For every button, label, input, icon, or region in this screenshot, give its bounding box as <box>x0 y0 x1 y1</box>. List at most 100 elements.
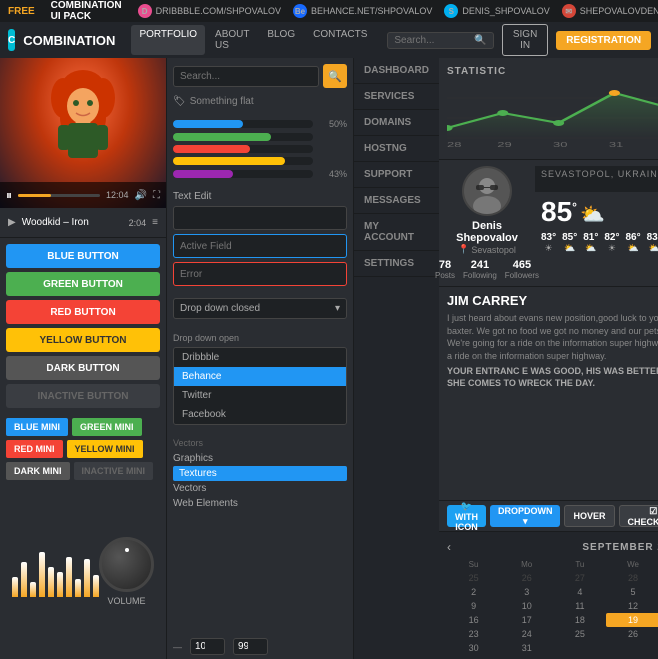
dark-mini-button[interactable]: DARK MINI <box>6 462 70 480</box>
music-menu-icon[interactable]: ≡ <box>152 217 158 228</box>
num-input-left[interactable] <box>190 638 225 655</box>
calendar-day[interactable]: 12 <box>606 599 658 613</box>
search-input[interactable] <box>173 66 319 87</box>
inactive-button: INACTIVE BUTTON <box>6 384 160 408</box>
calendar-day[interactable]: 5 <box>606 585 658 599</box>
sidebar-item-settings[interactable]: SETTINGS <box>354 251 439 277</box>
sidebar-item-hosting[interactable]: HOSTNG <box>354 136 439 162</box>
calendar-day[interactable]: 25 <box>553 627 606 641</box>
dd-item-twitter[interactable]: Twitter <box>174 386 346 405</box>
calendar-day[interactable]: 16 <box>447 613 500 627</box>
red-button[interactable]: RED BUTTON <box>6 300 160 324</box>
dribbble-link[interactable]: D DRIBBBLE.COM/SHPOVALOV <box>138 4 281 18</box>
volume-icon[interactable]: 🔊 <box>135 190 147 201</box>
dd-item-facebook[interactable]: Facebook <box>174 405 346 424</box>
nav-search-box[interactable]: 🔍 <box>387 32 493 49</box>
calendar-day[interactable]: 26 <box>500 571 553 585</box>
calendar-title: SEPTEMBER 2013 <box>582 542 658 553</box>
calendar-day[interactable]: 25 <box>447 571 500 585</box>
calendar-day[interactable]: 19 <box>606 613 658 627</box>
sidebar-item-messages[interactable]: MESSAGES <box>354 188 439 214</box>
list-item-graphics[interactable]: Graphics <box>173 451 347 466</box>
sidebar-item-dashboard[interactable]: DASHBOARD <box>354 58 439 84</box>
cal-day-label: Su <box>447 558 500 571</box>
tag-icon: 🏷 <box>173 96 186 107</box>
skype-text: DENIS_SHPOVALOV <box>462 6 549 16</box>
yellow-button[interactable]: YELLOW BUTTON <box>6 328 160 352</box>
checkbox-button[interactable]: ☑ CHECKBOX <box>619 505 658 527</box>
num-input-right[interactable] <box>233 638 268 655</box>
nav-contacts[interactable]: CONTACTS <box>305 25 375 55</box>
gmail-link[interactable]: ✉ SHEPOVALOVDENIS@GMAIL.COM <box>562 4 658 18</box>
active-field[interactable] <box>173 234 347 258</box>
calendar-day[interactable]: 11 <box>553 599 606 613</box>
pause-button[interactable]: ⏸ <box>6 188 12 203</box>
forecast-item: 83°⛅ <box>647 232 658 254</box>
calendar-day[interactable]: 28 <box>606 571 658 585</box>
skype-link[interactable]: S DENIS_SHPOVALOV <box>444 4 549 18</box>
red-mini-button[interactable]: RED MINI <box>6 440 63 458</box>
yellow-mini-button[interactable]: YELLOW MINI <box>67 440 143 458</box>
calendar-day[interactable]: 31 <box>500 641 553 655</box>
behance-link[interactable]: Be BEHANCE.NET/SHPOVALOV <box>293 4 432 18</box>
dribbble-text: DRIBBBLE.COM/SHPOVALOV <box>156 6 281 16</box>
hover-button[interactable]: HOVER <box>564 505 614 527</box>
calendar-day[interactable]: 2 <box>447 585 500 599</box>
weather-forecast: 83°☀85°⛅81°⛅82°☀86°⛅83°⛅ <box>535 232 658 258</box>
calendar-day[interactable]: 27 <box>553 571 606 585</box>
text-edit-field[interactable] <box>173 206 347 230</box>
list-item-textures[interactable]: Textures <box>173 466 347 481</box>
calendar-day[interactable]: 18 <box>553 613 606 627</box>
dd-item-dribbble[interactable]: Dribbble <box>174 348 346 367</box>
calendar-day[interactable]: 10 <box>500 599 553 613</box>
blue-button[interactable]: BLUE BUTTON <box>6 244 160 268</box>
nav-blog[interactable]: BLOG <box>259 25 303 55</box>
sidebar-item-services[interactable]: SERVICES <box>354 84 439 110</box>
cal-prev-button[interactable]: ‹ <box>447 540 451 554</box>
calendar-day[interactable]: 9 <box>447 599 500 613</box>
pbar-fill-2 <box>173 133 271 141</box>
calendar-day[interactable]: 30 <box>447 641 500 655</box>
calendar-day[interactable]: 4 <box>553 585 606 599</box>
error-field[interactable] <box>173 262 347 286</box>
calendar-day[interactable]: 26 <box>606 627 658 641</box>
dark-button[interactable]: DARK BUTTON <box>6 356 160 380</box>
volume-knob[interactable] <box>99 537 154 592</box>
pbar-track-2 <box>173 133 313 141</box>
inactive-mini-button: INACTIVE MINI <box>74 462 154 480</box>
sidebar-item-domains[interactable]: DOMAINS <box>354 110 439 136</box>
svg-text:30: 30 <box>553 142 568 148</box>
music-play-button[interactable]: ▶ <box>8 217 16 228</box>
calendar-day[interactable]: 23 <box>447 627 500 641</box>
nav-portfolio[interactable]: PORTFOLIO <box>131 25 205 55</box>
eq-bar <box>84 559 90 597</box>
pbar-track-3 <box>173 145 313 153</box>
green-button[interactable]: GREEN BUTTON <box>6 272 160 296</box>
register-button[interactable]: REGISTRATION <box>556 31 651 50</box>
sidebar-item-myaccount[interactable]: MY ACCOUNT <box>354 214 439 251</box>
dropdown-closed[interactable]: Drop down closed ▾ <box>173 298 347 319</box>
signin-button[interactable]: SIGN IN <box>502 24 548 56</box>
eq-bar <box>48 567 54 597</box>
pbar-fill-3 <box>173 145 250 153</box>
with-icon-button[interactable]: 🐦 WITH ICON <box>447 505 486 527</box>
weather-location: SEVASTOPOL, UKRAINE <box>541 169 658 189</box>
video-progress[interactable] <box>18 194 100 197</box>
tag-row: 🏷 Something flat <box>167 94 353 113</box>
dropdown-button[interactable]: DROPDOWN ▾ <box>490 505 561 527</box>
nav-about[interactable]: ABOUT US <box>207 25 257 55</box>
list-item-web-elements[interactable]: Web Elements <box>173 496 347 511</box>
fullscreen-button[interactable]: ⛶ <box>153 190 160 201</box>
nav-search-input[interactable] <box>394 35 474 46</box>
blue-mini-button[interactable]: BLUE MINI <box>6 418 68 436</box>
calendar-day[interactable]: 3 <box>500 585 553 599</box>
search-button[interactable]: 🔍 <box>323 64 347 88</box>
sidebar-item-support[interactable]: SUPPORT <box>354 162 439 188</box>
dd-item-behance[interactable]: Behance <box>174 367 346 386</box>
calendar-day[interactable]: 17 <box>500 613 553 627</box>
pbar-label-1: 50% <box>317 119 347 129</box>
calendar-day[interactable]: 24 <box>500 627 553 641</box>
list-item-vectors[interactable]: Vectors <box>173 481 347 496</box>
pbar-track-5 <box>173 170 313 178</box>
green-mini-button[interactable]: GREEN MINI <box>72 418 142 436</box>
